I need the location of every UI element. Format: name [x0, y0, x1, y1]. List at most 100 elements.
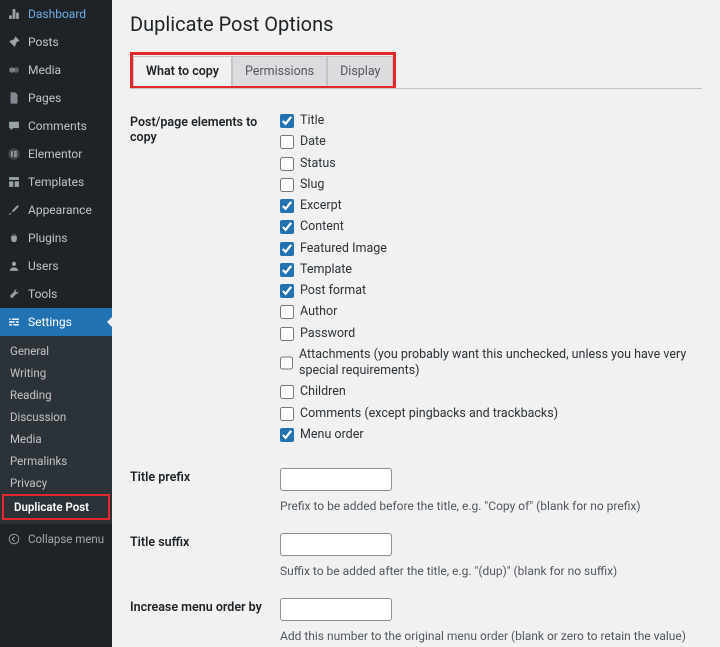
- collapse-icon: [6, 531, 22, 547]
- checkbox-input[interactable]: [280, 114, 294, 128]
- checkbox-label: Author: [300, 304, 337, 320]
- sidebar-item-label: Posts: [28, 35, 59, 49]
- checkbox-row[interactable]: Comments (except pingbacks and trackback…: [280, 406, 702, 422]
- checkbox-row[interactable]: Author: [280, 304, 702, 320]
- sidebar-item-label: Settings: [28, 315, 72, 329]
- checkbox-input[interactable]: [280, 135, 294, 149]
- checkbox-row[interactable]: Children: [280, 384, 702, 400]
- submenu-writing[interactable]: Writing: [0, 362, 112, 384]
- checkbox-row[interactable]: Menu order: [280, 427, 702, 443]
- checkbox-row[interactable]: Excerpt: [280, 198, 702, 214]
- sidebar-item-label: Media: [28, 63, 61, 77]
- checkbox-input[interactable]: [280, 220, 294, 234]
- submenu-general[interactable]: General: [0, 340, 112, 362]
- templates-icon: [6, 174, 22, 190]
- collapse-label: Collapse menu: [28, 532, 104, 546]
- checkbox-label: Slug: [300, 177, 324, 193]
- checkbox-label: Attachments (you probably want this unch…: [299, 347, 702, 380]
- submenu-privacy[interactable]: Privacy: [0, 472, 112, 494]
- sidebar-item-label: Users: [28, 259, 59, 273]
- page-title: Duplicate Post Options: [130, 12, 702, 36]
- checkbox-row[interactable]: Attachments (you probably want this unch…: [280, 347, 702, 380]
- checkbox-input[interactable]: [280, 178, 294, 192]
- checkbox-row[interactable]: Template: [280, 262, 702, 278]
- sliders-icon: [6, 314, 22, 330]
- elementor-icon: [6, 146, 22, 162]
- tab-display[interactable]: Display: [327, 56, 393, 86]
- checkbox-input[interactable]: [280, 327, 294, 341]
- checkbox-row[interactable]: Featured Image: [280, 241, 702, 257]
- checkbox-input[interactable]: [280, 305, 294, 319]
- checkbox-row[interactable]: Date: [280, 134, 702, 150]
- checkbox-label: Password: [300, 326, 355, 342]
- checkbox-label: Date: [300, 134, 326, 150]
- page-icon: [6, 90, 22, 106]
- tab-what-to-copy[interactable]: What to copy: [133, 56, 232, 86]
- checkbox-label: Template: [300, 262, 352, 278]
- input-title-suffix[interactable]: [280, 533, 392, 556]
- main-content: Duplicate Post Options What to copy Perm…: [112, 0, 720, 647]
- sidebar-item-label: Templates: [28, 175, 84, 189]
- checkbox-label: Status: [300, 156, 336, 172]
- label-suffix: Title suffix: [130, 533, 280, 550]
- checkbox-row[interactable]: Status: [280, 156, 702, 172]
- brush-icon: [6, 202, 22, 218]
- sidebar-item-tools[interactable]: Tools: [0, 280, 112, 308]
- checkbox-input[interactable]: [280, 157, 294, 171]
- desc-prefix: Prefix to be added before the title, e.g…: [280, 499, 702, 513]
- checkbox-row[interactable]: Content: [280, 219, 702, 235]
- label-menu-order: Increase menu order by: [130, 598, 280, 615]
- submenu-reading[interactable]: Reading: [0, 384, 112, 406]
- sidebar-item-label: Comments: [28, 119, 87, 133]
- checkbox-input[interactable]: [280, 428, 294, 442]
- checkbox-row[interactable]: Password: [280, 326, 702, 342]
- comment-icon: [6, 118, 22, 134]
- label-elements: Post/page elements to copy: [130, 113, 280, 145]
- submenu-media[interactable]: Media: [0, 428, 112, 450]
- input-menu-order[interactable]: [280, 598, 392, 621]
- admin-sidebar: Dashboard Posts Media Pages Comments Ele…: [0, 0, 112, 647]
- sidebar-item-users[interactable]: Users: [0, 252, 112, 280]
- submenu-duplicate-post[interactable]: Duplicate Post: [4, 496, 108, 518]
- user-icon: [6, 258, 22, 274]
- sidebar-item-label: Dashboard: [28, 7, 86, 21]
- desc-menu-order: Add this number to the original menu ord…: [280, 629, 702, 643]
- submenu-discussion[interactable]: Discussion: [0, 406, 112, 428]
- sidebar-item-comments[interactable]: Comments: [0, 112, 112, 140]
- media-icon: [6, 62, 22, 78]
- tab-permissions[interactable]: Permissions: [232, 56, 327, 86]
- checkbox-label: Post format: [300, 283, 366, 299]
- sidebar-item-appearance[interactable]: Appearance: [0, 196, 112, 224]
- sidebar-item-pages[interactable]: Pages: [0, 84, 112, 112]
- plugin-icon: [6, 230, 22, 246]
- sidebar-item-label: Appearance: [28, 203, 92, 217]
- checkbox-input[interactable]: [280, 199, 294, 213]
- collapse-menu[interactable]: Collapse menu: [0, 524, 112, 554]
- checkbox-label: Comments (except pingbacks and trackback…: [300, 406, 558, 422]
- checkbox-label: Title: [300, 113, 324, 129]
- sidebar-item-label: Plugins: [28, 231, 68, 245]
- checkbox-input[interactable]: [280, 284, 294, 298]
- sidebar-item-elementor[interactable]: Elementor: [0, 140, 112, 168]
- checkbox-label: Content: [300, 219, 344, 235]
- checkbox-row[interactable]: Title: [280, 113, 702, 129]
- sidebar-item-dashboard[interactable]: Dashboard: [0, 0, 112, 28]
- checkbox-row[interactable]: Post format: [280, 283, 702, 299]
- checkbox-input[interactable]: [280, 242, 294, 256]
- sidebar-item-media[interactable]: Media: [0, 56, 112, 84]
- sidebar-item-templates[interactable]: Templates: [0, 168, 112, 196]
- label-prefix: Title prefix: [130, 468, 280, 485]
- checkbox-input[interactable]: [280, 407, 294, 421]
- checkbox-input[interactable]: [280, 356, 293, 370]
- input-title-prefix[interactable]: [280, 468, 392, 491]
- submenu-permalinks[interactable]: Permalinks: [0, 450, 112, 472]
- sidebar-item-posts[interactable]: Posts: [0, 28, 112, 56]
- sidebar-item-label: Pages: [28, 91, 61, 105]
- checkbox-input[interactable]: [280, 385, 294, 399]
- sidebar-item-label: Tools: [28, 287, 57, 301]
- checkbox-row[interactable]: Slug: [280, 177, 702, 193]
- checkbox-input[interactable]: [280, 263, 294, 277]
- pin-icon: [6, 34, 22, 50]
- sidebar-item-plugins[interactable]: Plugins: [0, 224, 112, 252]
- sidebar-item-settings[interactable]: Settings: [0, 308, 112, 336]
